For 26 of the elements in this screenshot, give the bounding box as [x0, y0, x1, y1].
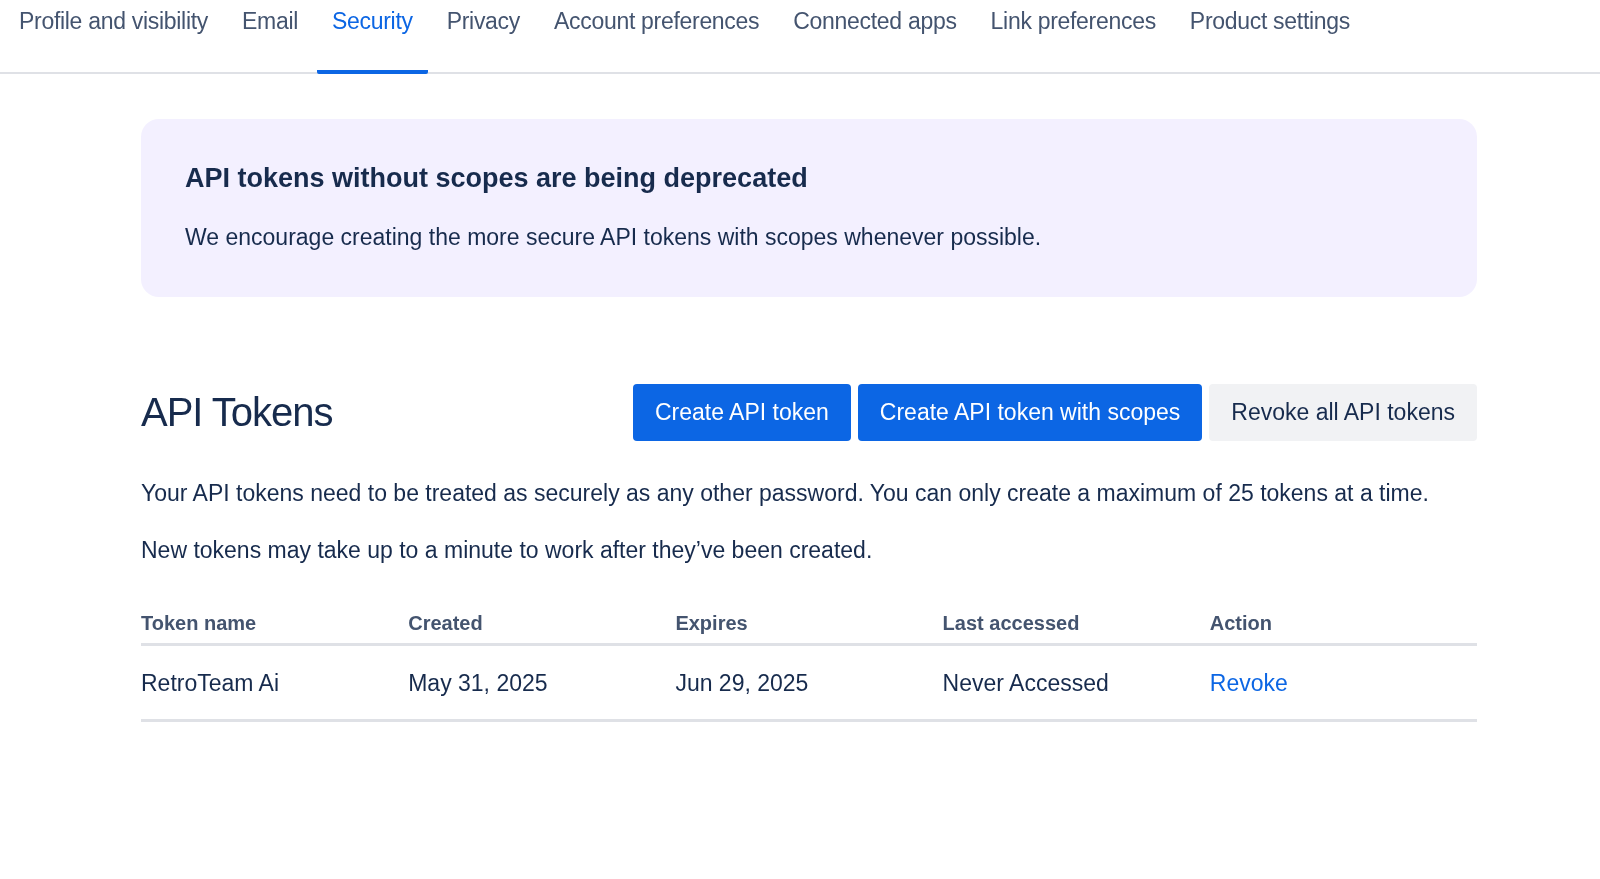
revoke-link[interactable]: Revoke — [1209, 670, 1288, 696]
column-header: Action — [1209, 612, 1273, 635]
tab[interactable]: Account preferences — [539, 0, 775, 74]
description-text: Your API tokens need to be treated as securely as any other password. You can only create a maximum of 25 tokens at a time. — [141, 479, 1430, 508]
banner-message: We encourage creating the more secure API tokens with scopes whenever possible. — [185, 224, 1043, 251]
section-title: API Tokens — [141, 390, 333, 435]
table-cell-text: RetroTeam Ai — [141, 670, 281, 697]
tab[interactable]: Connected apps — [778, 0, 972, 74]
table-cell-text: Jun 29, 2025 — [675, 670, 810, 697]
tab[interactable]: Security — [317, 0, 428, 74]
revoke-all-button[interactable]: Revoke all API tokens — [1209, 384, 1477, 441]
column-header: Created — [408, 612, 484, 635]
tab[interactable]: Profile and visibility — [4, 0, 223, 74]
table-cell-text: Never Accessed — [942, 670, 1110, 697]
description-text: New tokens may take up to a minute to work after they’ve been created. — [141, 536, 874, 565]
tab[interactable]: Link preferences — [975, 0, 1171, 74]
column-header: Last accessed — [942, 612, 1081, 635]
column-header: Expires — [675, 612, 749, 635]
table-cell-text: May 31, 2025 — [408, 670, 549, 697]
banner-title: API tokens without scopes are being deprecated — [185, 163, 809, 194]
column-header: Token name — [141, 612, 258, 635]
create-token-button[interactable]: Create API token — [632, 384, 851, 441]
tab[interactable]: Email — [227, 0, 313, 74]
create-token-button[interactable]: Create API token with scopes — [857, 384, 1203, 441]
tab[interactable]: Product settings — [1174, 0, 1365, 74]
tab[interactable]: Privacy — [431, 0, 535, 74]
